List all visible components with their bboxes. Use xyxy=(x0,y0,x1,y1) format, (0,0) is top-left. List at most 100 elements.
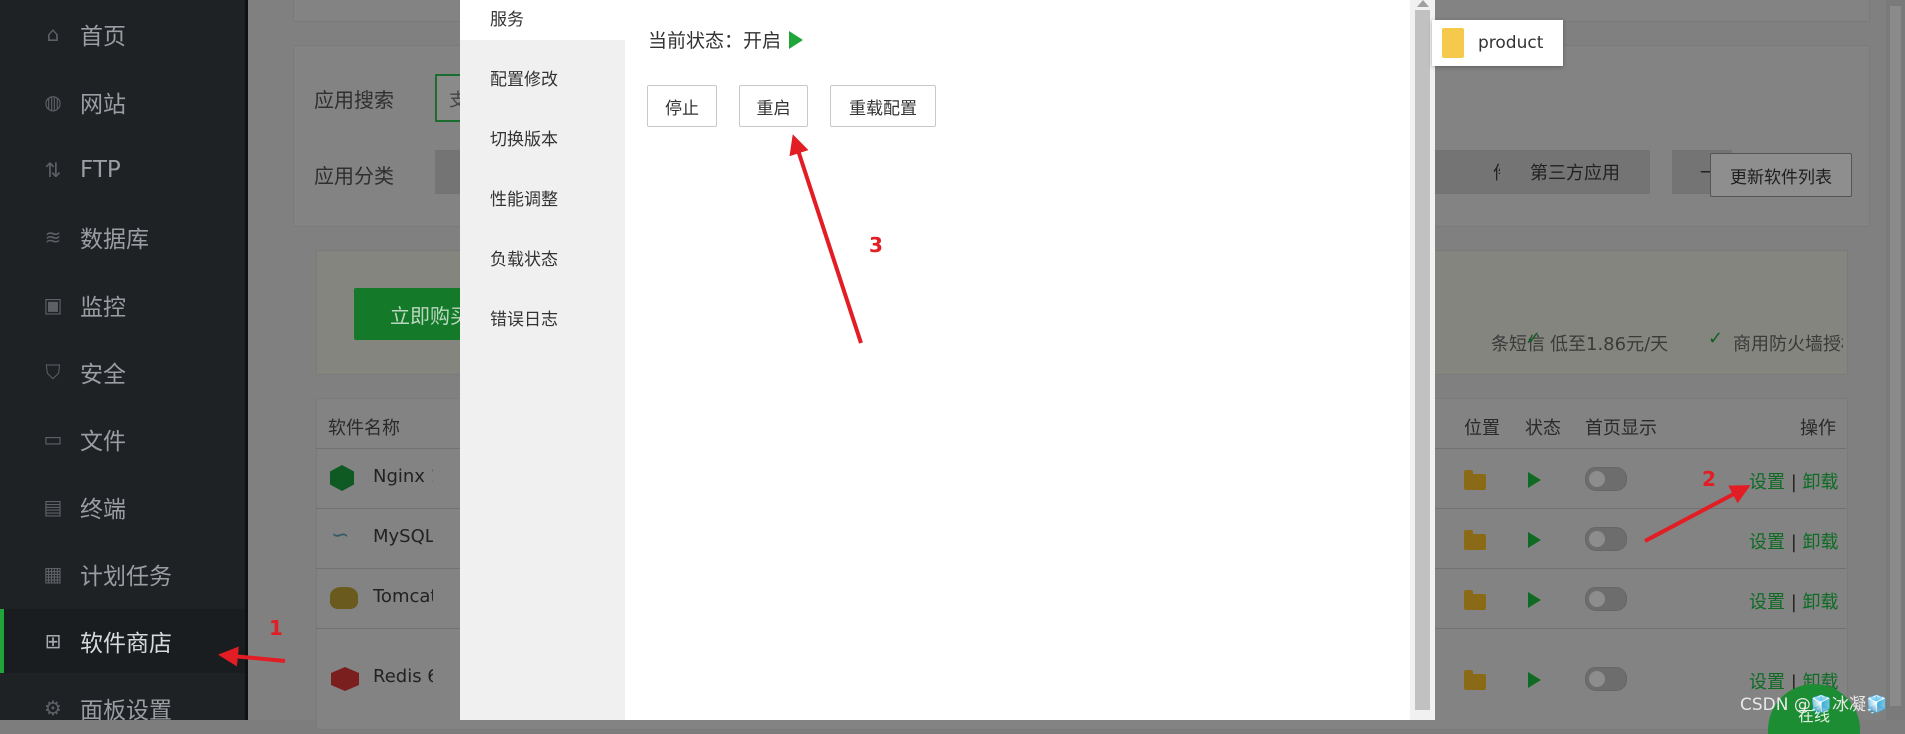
stop-button[interactable]: 停止 xyxy=(647,85,717,127)
row-actions: 设置 | 卸载 xyxy=(1749,528,1839,554)
uninstall-link[interactable]: 卸载 xyxy=(1803,472,1839,493)
category-label: 应用分类 xyxy=(314,164,394,188)
menu-config-edit-label: 配置修改 xyxy=(490,69,558,90)
sidebar-item-terminal[interactable]: ▤ 终端 xyxy=(0,475,245,539)
software-name: Redis 6.2.5 xyxy=(373,666,433,687)
sidebar-item-monitor[interactable]: ▣ 监控 xyxy=(0,273,245,337)
homepage-toggle[interactable] xyxy=(1585,667,1627,691)
play-icon[interactable] xyxy=(1528,672,1541,688)
homepage-toggle[interactable] xyxy=(1585,467,1627,491)
sidebar-item-label: 安全 xyxy=(80,362,126,388)
folder-tooltip: product xyxy=(1432,20,1563,66)
folder-icon[interactable] xyxy=(1464,470,1486,490)
reload-config-button[interactable]: 重载配置 xyxy=(830,85,936,127)
sidebar-item-label: 软件商店 xyxy=(80,631,172,657)
monitor-icon: ▣ xyxy=(43,293,63,317)
software-name-text: MySQL 5.7 xyxy=(373,526,433,547)
check-icon: ✓ xyxy=(1708,328,1724,349)
row-actions: 设置 | 卸载 xyxy=(1749,468,1839,494)
service-status-text: 当前状态：开启 xyxy=(648,30,782,52)
folder-icon[interactable] xyxy=(1464,590,1486,610)
category-button-third-party[interactable]: 第三方应用 xyxy=(1500,150,1650,194)
scroll-up-icon[interactable] xyxy=(1417,0,1429,7)
menu-load-status[interactable]: 负载状态 xyxy=(460,234,625,280)
menu-service[interactable]: 服务 xyxy=(460,0,625,40)
terminal-icon: ▤ xyxy=(43,495,63,519)
page-scrollbar-thumb[interactable] xyxy=(1890,6,1901,706)
restart-label: 重启 xyxy=(756,98,791,119)
page-scrollbar[interactable] xyxy=(1886,0,1905,720)
menu-error-log[interactable]: 错误日志 xyxy=(460,294,625,340)
menu-switch-version[interactable]: 切换版本 xyxy=(460,114,625,160)
col-location: 位置 xyxy=(1464,418,1500,439)
menu-load-status-label: 负载状态 xyxy=(490,249,558,270)
action-separator: | xyxy=(1790,532,1797,553)
menu-performance-label: 性能调整 xyxy=(490,189,558,210)
play-icon xyxy=(789,30,804,49)
restart-button[interactable]: 重启 xyxy=(739,85,808,127)
menu-switch-version-label: 切换版本 xyxy=(490,129,558,150)
software-name-text: Redis 6.2.5 xyxy=(373,666,433,687)
col-homepage: 首页显示 xyxy=(1585,418,1657,439)
sidebar-item-app-store[interactable]: ⊞ 软件商店 xyxy=(0,609,245,673)
sidebar-item-label: 首页 xyxy=(80,24,126,50)
category-button-all[interactable] xyxy=(435,150,463,194)
modal-side-menu: 服务 配置修改 切换版本 性能调整 负载状态 错误日志 xyxy=(460,0,625,720)
play-icon[interactable] xyxy=(1528,532,1541,548)
homepage-toggle[interactable] xyxy=(1585,587,1627,611)
row-actions: 设置 | 卸载 xyxy=(1749,588,1839,614)
sidebar-item-label: 文件 xyxy=(80,429,126,455)
database-icon: ≋ xyxy=(44,225,62,249)
homepage-toggle[interactable] xyxy=(1585,527,1627,551)
uninstall-link[interactable]: 卸载 xyxy=(1803,592,1839,613)
sidebar: ⌂ 首页 ◍ 网站 ⇅ FTP ≋ 数据库 ▣ 监控 ⛉ 安全 ▭ 文件 ▤ 终… xyxy=(0,0,245,720)
sidebar-item-home[interactable]: ⌂ 首页 xyxy=(0,2,245,66)
menu-service-label: 服务 xyxy=(490,9,524,30)
globe-icon: ◍ xyxy=(44,90,62,114)
modal-scrollbar[interactable] xyxy=(1410,0,1435,720)
ftp-icon: ⇅ xyxy=(44,158,62,182)
sidebar-item-cron[interactable]: ▦ 计划任务 xyxy=(0,542,245,606)
col-status: 状态 xyxy=(1525,418,1561,439)
software-name: Tomcat 8.5 xyxy=(373,586,433,607)
sidebar-item-label: 数据库 xyxy=(80,227,149,253)
col-actions: 操作 xyxy=(1800,418,1836,439)
settings-link[interactable]: 设置 xyxy=(1749,532,1785,553)
category-third-party-label: 第三方应用 xyxy=(1530,163,1620,184)
play-icon[interactable] xyxy=(1528,472,1541,488)
menu-config-edit[interactable]: 配置修改 xyxy=(460,54,625,100)
feature-firewall-label: 商用防火墙授权 xyxy=(1733,334,1843,352)
sidebar-item-label: 面板设置 xyxy=(80,698,172,720)
watermark: CSDN @🧊冰凝🧊 xyxy=(1740,695,1888,715)
check-icon: ✓ xyxy=(1526,328,1542,349)
sidebar-item-panel-settings[interactable]: ⚙ 面板设置 xyxy=(0,676,245,720)
update-software-list-label: 更新软件列表 xyxy=(1730,167,1832,188)
settings-link[interactable]: 设置 xyxy=(1749,472,1785,493)
calendar-icon: ▦ xyxy=(43,562,63,586)
menu-performance[interactable]: 性能调整 xyxy=(460,174,625,220)
modal-scrollbar-thumb[interactable] xyxy=(1415,10,1430,710)
settings-link[interactable]: 设置 xyxy=(1749,592,1785,613)
update-software-list-button[interactable]: 更新软件列表 xyxy=(1710,153,1852,197)
stop-label: 停止 xyxy=(665,98,699,119)
feature-price: 低至1.86元/天 xyxy=(1550,334,1669,355)
sidebar-item-ftp[interactable]: ⇅ FTP xyxy=(0,138,245,202)
sidebar-item-website[interactable]: ◍ 网站 xyxy=(0,70,245,134)
folder-name: product xyxy=(1478,33,1544,53)
sidebar-item-label: 监控 xyxy=(80,295,126,321)
sidebar-item-database[interactable]: ≋ 数据库 xyxy=(0,205,245,269)
shield-icon: ⛉ xyxy=(45,360,61,384)
home-icon: ⌂ xyxy=(46,22,60,46)
folder-icon[interactable] xyxy=(1464,530,1486,550)
sidebar-item-security[interactable]: ⛉ 安全 xyxy=(0,340,245,404)
folder-icon[interactable] xyxy=(1464,670,1486,690)
software-name: Nginx 1.18 xyxy=(373,466,433,487)
play-icon[interactable] xyxy=(1528,592,1541,608)
sidebar-item-label: 网站 xyxy=(80,92,126,118)
sidebar-item-files[interactable]: ▭ 文件 xyxy=(0,407,245,471)
action-separator: | xyxy=(1790,472,1797,493)
software-settings-modal: 服务 配置修改 切换版本 性能调整 负载状态 错误日志 当前状态：开启 停止 重… xyxy=(460,0,1435,720)
uninstall-link[interactable]: 卸载 xyxy=(1803,532,1839,553)
software-name-text: Nginx 1.18 xyxy=(373,466,433,487)
sidebar-item-label: 终端 xyxy=(80,497,126,523)
